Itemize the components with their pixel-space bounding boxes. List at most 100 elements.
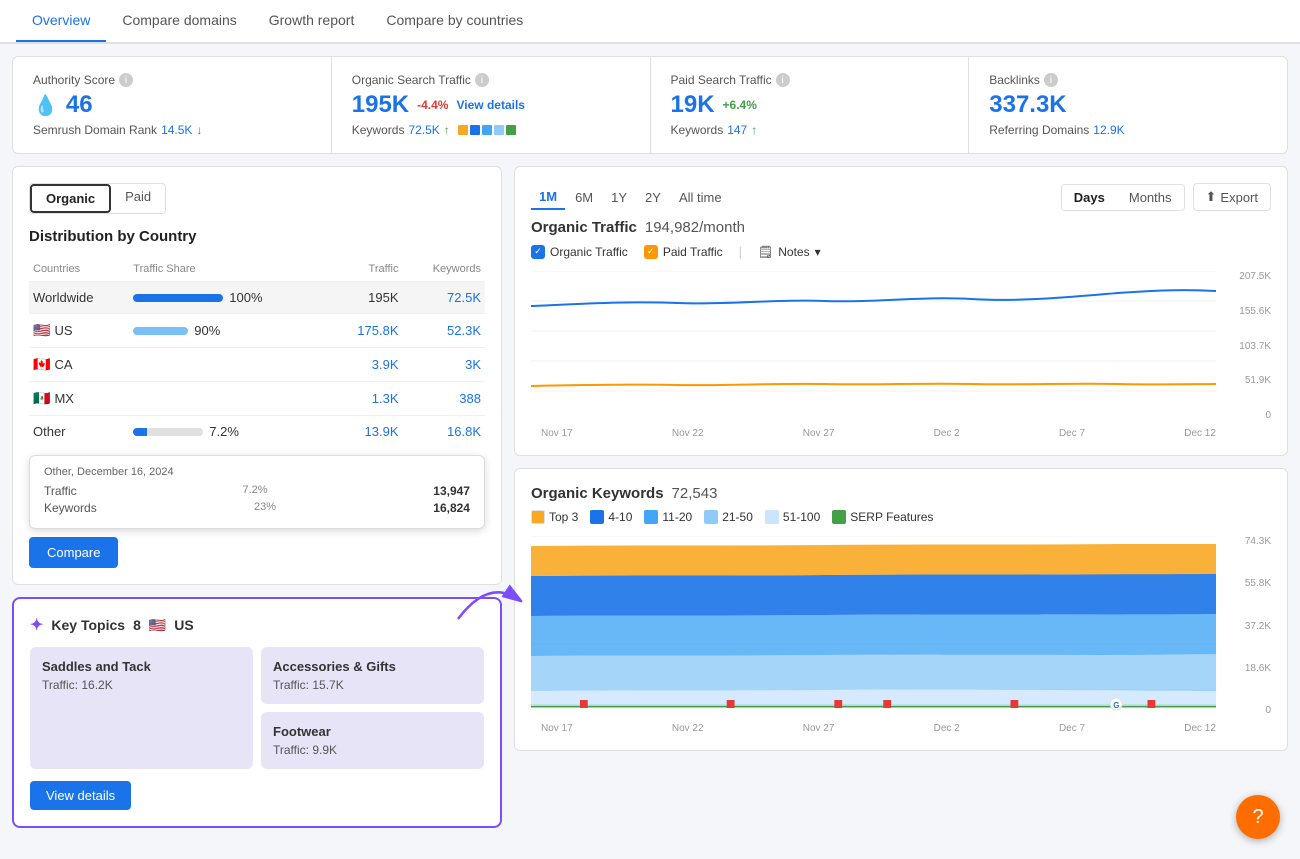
x-label: Nov 22 — [672, 428, 704, 439]
tooltip-traffic-pct: 7.2% — [242, 484, 267, 498]
traffic-value: 175.8K — [330, 314, 402, 348]
organic-traffic-check[interactable]: ✓ — [531, 245, 545, 259]
paid-kw-label: Keywords — [671, 123, 724, 137]
tab-overview[interactable]: Overview — [16, 0, 106, 42]
time-tab-2y[interactable]: 2Y — [637, 186, 669, 209]
col-countries: Countries — [29, 257, 129, 282]
toggle-paid[interactable]: Paid — [111, 184, 165, 213]
21-50-check[interactable] — [704, 510, 718, 524]
y-label: 155.6K — [1221, 306, 1271, 317]
x-label: Nov 17 — [541, 428, 573, 439]
time-tab-all[interactable]: All time — [671, 186, 730, 209]
help-button[interactable]: ? — [1236, 795, 1280, 839]
traffic-value: 1.3K — [330, 382, 402, 416]
compare-button[interactable]: Compare — [29, 537, 118, 568]
paid-traffic-value: 19K — [671, 91, 715, 119]
kw-x-label: Nov 27 — [803, 723, 835, 734]
paid-traffic-label: Paid Search Traffic — [671, 73, 772, 87]
authority-score-icon: 💧 — [33, 93, 58, 118]
table-row: 🇺🇸US 90% 175.8K 52.3K — [29, 314, 485, 348]
key-topics-flag: 🇺🇸 — [149, 617, 166, 634]
legend-organic-label: Organic Traffic — [550, 245, 628, 259]
organic-kw-label: Keywords — [352, 123, 405, 137]
days-toggle-btn[interactable]: Days — [1062, 185, 1117, 210]
authority-score-card: Authority Score i 💧 46 Semrush Domain Ra… — [13, 57, 332, 153]
organic-kw-value: 72.5K — [408, 123, 439, 137]
days-months-toggle: Days Months — [1061, 184, 1185, 211]
keywords-value: 3K — [403, 348, 486, 382]
svg-text:G: G — [1113, 701, 1119, 710]
legend-separator: | — [739, 244, 742, 259]
months-toggle-btn[interactable]: Months — [1117, 185, 1184, 210]
notes-dropdown-icon[interactable]: ▾ — [815, 245, 821, 259]
51-100-check[interactable] — [765, 510, 779, 524]
tooltip-row: Traffic 7.2% 13,947 — [44, 484, 470, 498]
authority-info-icon[interactable]: i — [119, 73, 133, 87]
kw-y-label: 18.6K — [1221, 663, 1271, 674]
col-traffic: Traffic — [330, 257, 402, 282]
view-details-button[interactable]: View details — [30, 781, 131, 810]
organic-view-details-link[interactable]: View details — [456, 98, 524, 112]
legend-notes-label: Notes — [778, 245, 809, 259]
topic-name: Footwear — [273, 724, 472, 739]
organic-info-icon[interactable]: i — [475, 73, 489, 87]
kw-x-label: Dec 7 — [1059, 723, 1085, 734]
traffic-value: 13.9K — [330, 416, 402, 448]
traffic-value: 3.9K — [330, 348, 402, 382]
legend-serp-label: SERP Features — [850, 510, 933, 524]
paid-info-icon[interactable]: i — [776, 73, 790, 87]
legend-top3: Top 3 — [531, 510, 578, 524]
time-tab-1m[interactable]: 1M — [531, 185, 565, 210]
tooltip-row-keywords: Keywords 23% 16,824 — [44, 501, 470, 515]
backlinks-sub-label: Referring Domains — [989, 123, 1089, 137]
tab-compare-countries[interactable]: Compare by countries — [370, 0, 539, 42]
distribution-title: Distribution by Country — [29, 228, 485, 245]
legend-4-10: 4-10 — [590, 510, 632, 524]
export-button[interactable]: ⬆ Export — [1193, 183, 1271, 211]
topic-name: Accessories & Gifts — [273, 659, 472, 674]
organic-keywords-chart-value: 72,543 — [672, 485, 718, 502]
legend-11-20-label: 11-20 — [662, 510, 692, 524]
table-row: Other 7.2% 13.9K 16.8K — [29, 416, 485, 448]
left-panel: Organic Paid Distribution by Country Cou… — [12, 166, 502, 828]
time-period-tabs: 1M 6M 1Y 2Y All time — [531, 185, 730, 210]
right-panel: 1M 6M 1Y 2Y All time Days Months ⬆ Expor… — [514, 166, 1288, 828]
4-10-check[interactable] — [590, 510, 604, 524]
organic-traffic-chart-title: Organic Traffic — [531, 219, 637, 236]
serp-check[interactable] — [832, 510, 846, 524]
legend-4-10-label: 4-10 — [608, 510, 632, 524]
x-axis-labels: Nov 17 Nov 22 Nov 27 Dec 2 Dec 7 Dec 12 — [531, 428, 1271, 439]
keywords-value: 388 — [403, 382, 486, 416]
time-tab-1y[interactable]: 1Y — [603, 186, 635, 209]
paid-traffic-check[interactable]: ✓ — [644, 245, 658, 259]
tab-compare-domains[interactable]: Compare domains — [106, 0, 252, 42]
authority-score-label: Authority Score — [33, 73, 115, 87]
tab-growth-report[interactable]: Growth report — [253, 0, 371, 42]
organic-keywords-svg: G — [531, 536, 1216, 716]
x-label: Dec 7 — [1059, 428, 1085, 439]
authority-arrow: ↓ — [196, 123, 202, 137]
x-label: Nov 27 — [803, 428, 835, 439]
backlinks-info-icon[interactable]: i — [1044, 73, 1058, 87]
topic-card-saddles: Saddles and Tack Traffic: 16.2K — [30, 647, 253, 769]
export-label: Export — [1220, 190, 1258, 205]
legend-paid-label: Paid Traffic — [663, 245, 723, 259]
top3-check[interactable] — [531, 510, 545, 524]
country-name: Worldwide — [29, 282, 129, 314]
traffic-bar-cell: 90% — [129, 314, 330, 348]
distribution-card: Organic Paid Distribution by Country Cou… — [12, 166, 502, 585]
traffic-bar-cell — [129, 348, 330, 382]
distribution-table: Countries Traffic Share Traffic Keywords… — [29, 257, 485, 447]
time-tab-6m[interactable]: 6M — [567, 186, 601, 209]
keywords-value: 52.3K — [403, 314, 486, 348]
organic-traffic-value: 195K — [352, 91, 409, 119]
main-content: Organic Paid Distribution by Country Cou… — [0, 166, 1300, 840]
legend-51-100-label: 51-100 — [783, 510, 820, 524]
metrics-row: Authority Score i 💧 46 Semrush Domain Ra… — [12, 56, 1288, 154]
tooltip-traffic-label: Traffic — [44, 484, 77, 498]
11-20-check[interactable] — [644, 510, 658, 524]
traffic-bar-cell — [129, 382, 330, 416]
toggle-organic[interactable]: Organic — [30, 184, 111, 213]
x-label: Dec 12 — [1184, 428, 1216, 439]
legend-organic: ✓ Organic Traffic — [531, 245, 628, 259]
